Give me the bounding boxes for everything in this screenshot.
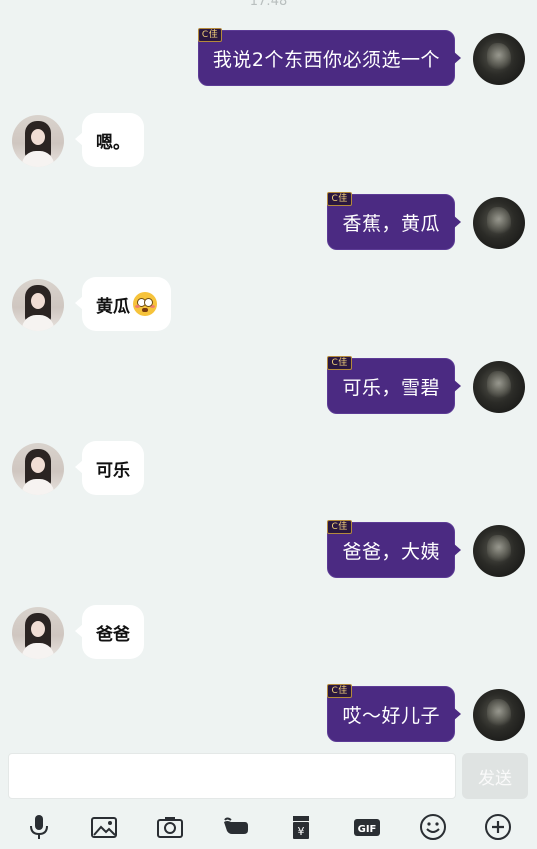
my-avatar[interactable] [473, 197, 525, 249]
vip-badge: C佳 [327, 356, 352, 370]
message-bubble-me[interactable]: C佳 哎～好儿子 [327, 684, 461, 742]
message-bubble-other[interactable]: 可乐 [75, 441, 144, 495]
message-text: 香蕉，黄瓜 [342, 212, 440, 235]
contact-avatar[interactable] [12, 607, 64, 659]
vip-badge: C佳 [327, 192, 352, 206]
my-avatar[interactable] [473, 525, 525, 577]
message-row-me: C佳 爸爸，大姨 [0, 520, 537, 580]
message-text: 嗯。 [96, 132, 130, 153]
message-row-other: 可乐 [0, 441, 537, 497]
microphone-icon[interactable] [19, 807, 59, 847]
message-row-me: C佳 香蕉，黄瓜 [0, 192, 537, 252]
message-row-me: C佳 可乐，雪碧 [0, 356, 537, 416]
my-avatar[interactable] [473, 361, 525, 413]
flushed-face-icon [133, 292, 157, 316]
vip-badge: C佳 [197, 28, 223, 42]
message-text: 黄瓜 [96, 296, 130, 317]
message-row-other: 嗯。 [0, 113, 537, 169]
message-bubble-other[interactable]: 爸爸 [75, 605, 144, 659]
message-input[interactable] [8, 753, 456, 799]
hongbao-redpacket-icon[interactable] [216, 807, 256, 847]
my-avatar[interactable] [473, 33, 525, 85]
message-bubble-me[interactable]: C佳 香蕉，黄瓜 [327, 192, 461, 250]
contact-avatar[interactable] [12, 115, 64, 167]
message-bubble-other[interactable]: 黄瓜 [75, 277, 171, 331]
vip-badge: C佳 [327, 684, 352, 698]
message-text: 可乐，雪碧 [342, 376, 440, 399]
message-bubble-me[interactable]: C佳 我说2个东西你必须选一个 [197, 28, 462, 86]
svg-text:¥: ¥ [298, 825, 305, 838]
message-text: 哎～好儿子 [342, 704, 440, 727]
message-bubble-me[interactable]: C佳 爸爸，大姨 [327, 520, 461, 578]
gif-icon[interactable]: GIF [347, 807, 387, 847]
message-text: 爸爸，大姨 [342, 540, 440, 563]
message-text: 爸爸 [96, 624, 130, 645]
message-bubble-other[interactable]: 嗯。 [75, 113, 144, 167]
send-button[interactable]: 发送 [462, 753, 528, 799]
chat-area[interactable]: C佳 我说2个东西你必须选一个 嗯。 C佳 香蕉，黄瓜 黄瓜 C佳 可乐，雪碧 … [0, 0, 537, 745]
contact-avatar[interactable] [12, 443, 64, 495]
plus-icon[interactable] [478, 807, 518, 847]
image-icon[interactable] [84, 807, 124, 847]
vip-badge: C佳 [327, 520, 352, 534]
message-text: 可乐 [96, 460, 130, 481]
message-row-other: 黄瓜 [0, 277, 537, 333]
message-row-me: C佳 哎～好儿子 [0, 684, 537, 744]
pay-icon[interactable]: ¥ [281, 807, 321, 847]
message-row-other: 爸爸 [0, 605, 537, 661]
emoji-icon[interactable] [413, 807, 453, 847]
gif-label: GIF [358, 824, 377, 835]
my-avatar[interactable] [473, 689, 525, 741]
message-text: 我说2个东西你必须选一个 [212, 48, 440, 71]
message-bubble-me[interactable]: C佳 可乐，雪碧 [327, 356, 461, 414]
input-bar: 发送 [0, 745, 537, 805]
contact-avatar[interactable] [12, 279, 64, 331]
input-toolbar: ¥ GIF [0, 805, 537, 849]
message-row-me: C佳 我说2个东西你必须选一个 [0, 28, 537, 88]
camera-icon[interactable] [150, 807, 190, 847]
